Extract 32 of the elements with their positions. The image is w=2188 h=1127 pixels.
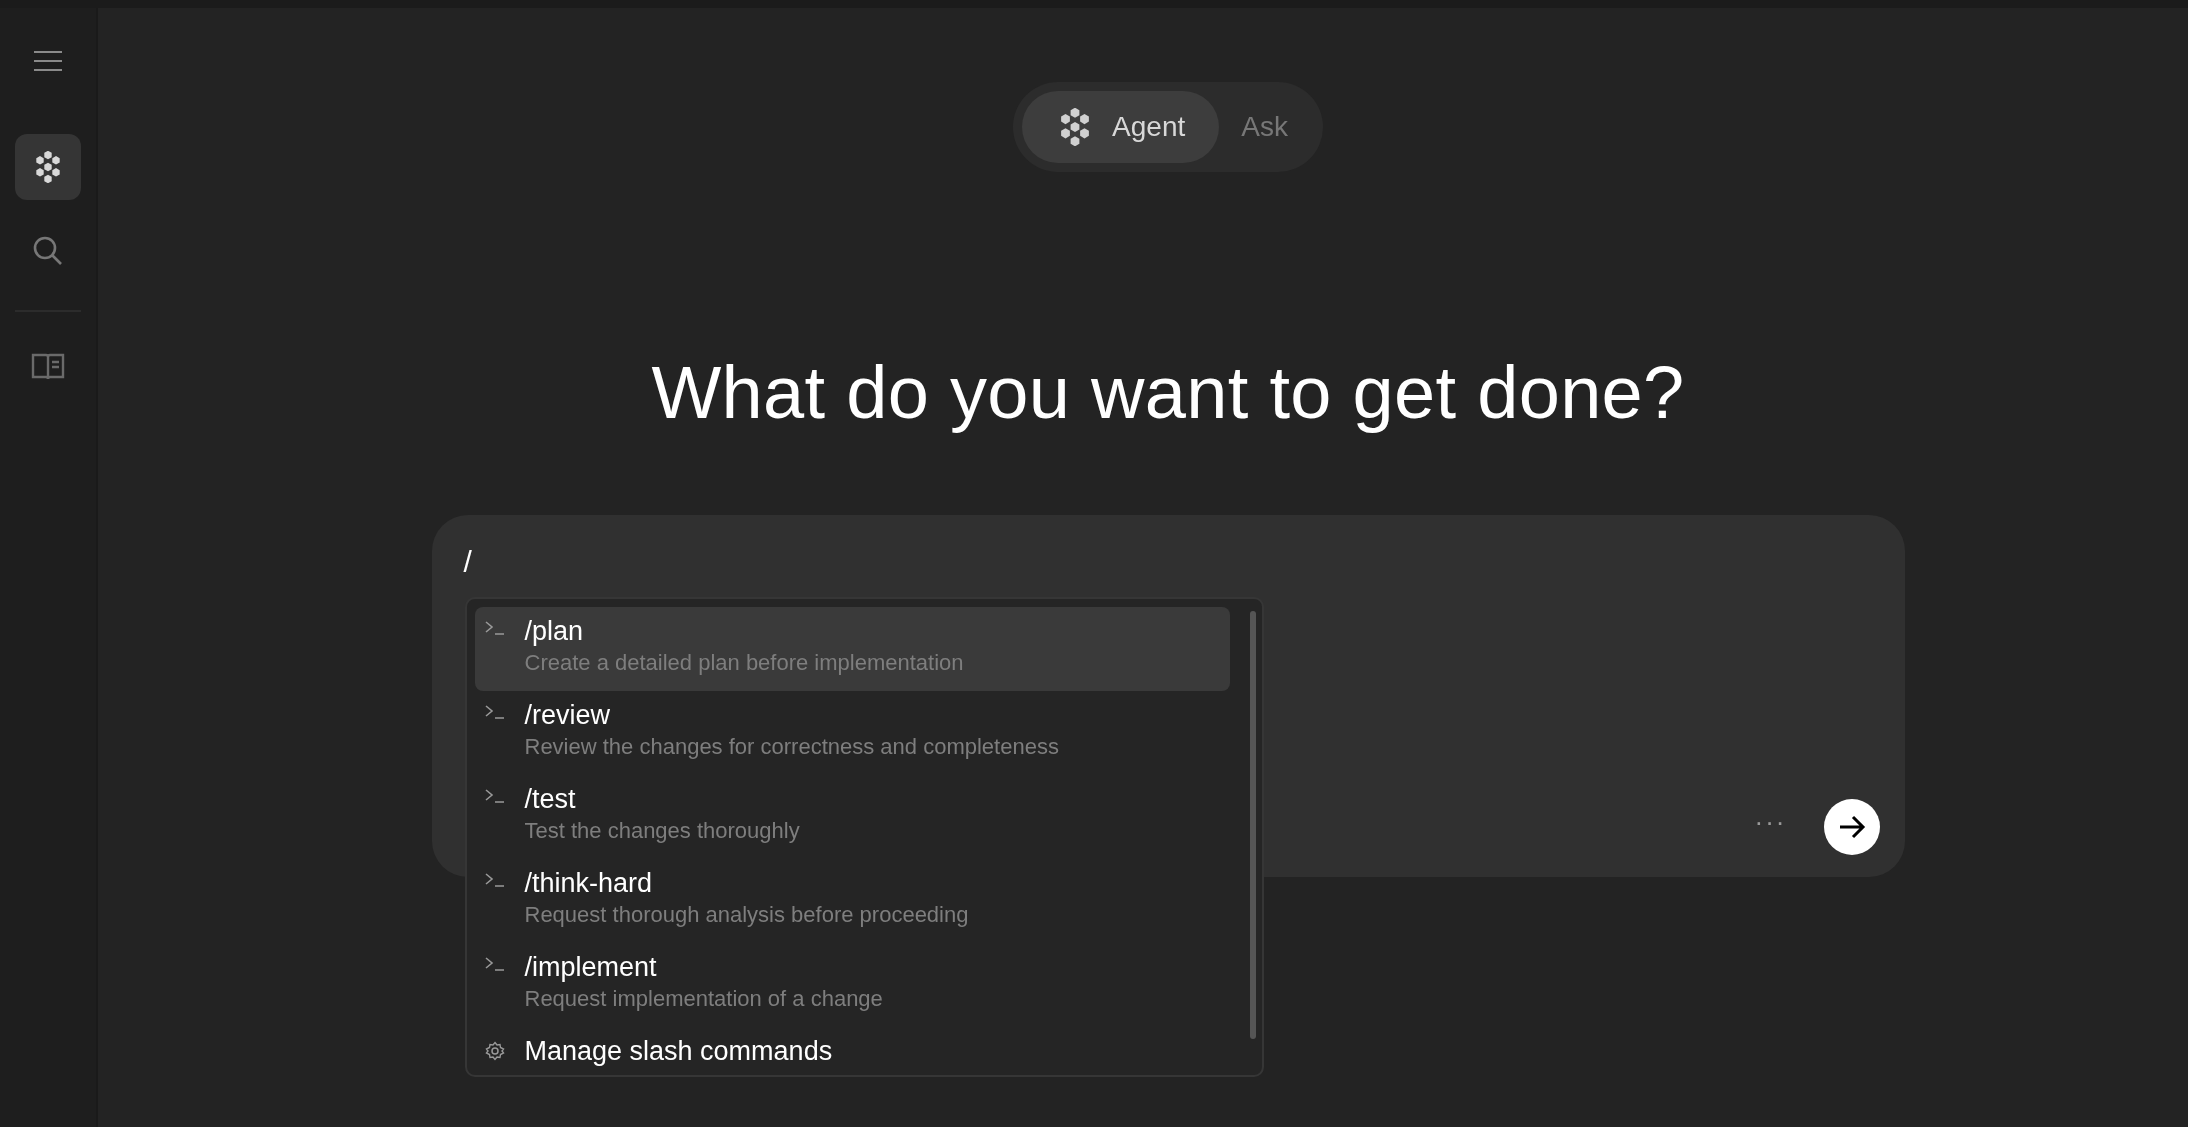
- terminal-icon: [484, 621, 505, 635]
- agent-button[interactable]: [15, 134, 81, 200]
- terminal-icon: [484, 873, 505, 887]
- command-name: /implement: [524, 951, 658, 983]
- more-button[interactable]: ···: [1754, 807, 1787, 838]
- command-description: Create a detailed plan before implementation: [524, 649, 964, 677]
- menu-icon: [33, 49, 63, 73]
- command-name: Manage slash commands: [524, 1035, 833, 1067]
- command-name: /review: [524, 699, 612, 731]
- menu-item[interactable]: /plan Create a detailed plan before implementation: [474, 607, 1230, 691]
- command-name: /plan: [524, 615, 585, 647]
- arrow-right-icon: [1837, 814, 1866, 840]
- terminal-icon: [484, 957, 505, 971]
- terminal-icon: [484, 789, 505, 803]
- mode-tab[interactable]: Agent: [1022, 91, 1220, 163]
- command-description: Test the changes thoroughly: [524, 817, 800, 845]
- command-name: /think-hard: [524, 867, 654, 899]
- command-description: Request implementation of a change: [524, 985, 883, 1013]
- command-description: Review the changes for correctness and completeness: [524, 733, 1059, 761]
- scrollbar[interactable]: [1249, 611, 1256, 1039]
- menu-item[interactable]: /implement Request implementation of a change: [474, 943, 1230, 1027]
- menu-item[interactable]: /review Review the changes for correctness and completeness: [474, 691, 1230, 775]
- terminal-icon: [484, 705, 505, 719]
- page-heading: What do you want to get done?: [651, 350, 1685, 435]
- settings-icon: [484, 1041, 505, 1061]
- input-text: /: [463, 545, 472, 579]
- menu-item[interactable]: /think-hard Request thorough analysis before proceeding: [474, 859, 1230, 943]
- command-name: /test: [524, 783, 577, 815]
- menu-item[interactable]: Manage slash commands: [474, 1027, 1230, 1075]
- menu-item[interactable]: /test Test the changes thoroughly: [474, 775, 1230, 859]
- search-icon: [32, 235, 64, 267]
- command-description: Request thorough analysis before proceeding: [524, 901, 969, 929]
